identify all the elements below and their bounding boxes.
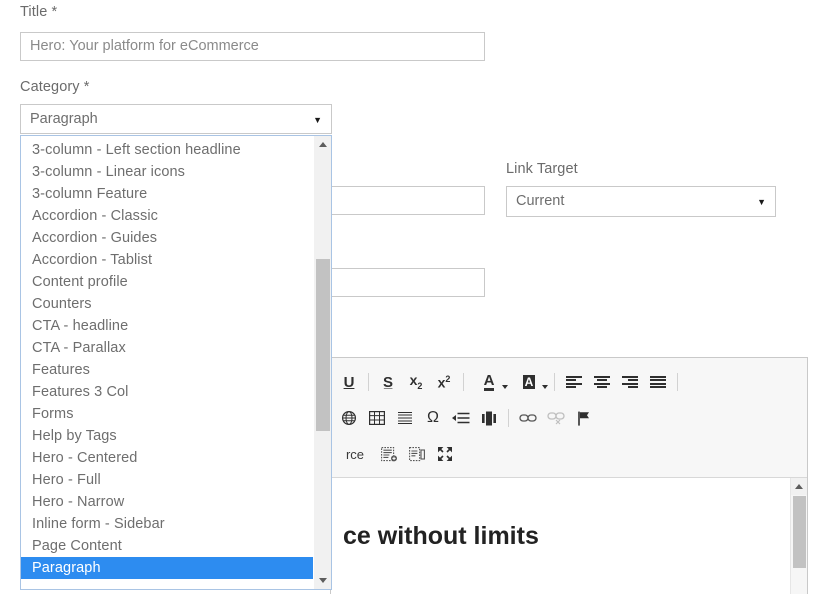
category-option[interactable]: CTA - headline (21, 315, 313, 337)
category-selected-value: Paragraph (30, 111, 98, 127)
special-character-icon[interactable]: Ω (419, 405, 447, 431)
category-label: Category * (20, 79, 90, 95)
editor-toolbar: U S̲ x2 x2 A A Ω rce (331, 358, 807, 478)
category-dropdown-list[interactable]: 3-column - Left section headline 3-column… (20, 135, 332, 590)
category-option[interactable]: Page Content (21, 535, 313, 557)
category-option[interactable]: Features 3 Col (21, 381, 313, 403)
toolbar-separator (368, 373, 369, 391)
globe-icon[interactable] (335, 405, 363, 431)
toolbar-separator (463, 373, 464, 391)
maximize-icon[interactable] (431, 441, 459, 467)
toolbar-separator (508, 409, 509, 427)
rich-text-editor: U S̲ x2 x2 A A Ω rce ce without limits (330, 357, 808, 594)
category-option[interactable]: 3-column - Left section headline (21, 139, 313, 161)
toolbar-row-3: rce (335, 436, 807, 472)
category-option[interactable]: Paragraph (21, 557, 313, 579)
category-scrollbar-thumb[interactable] (316, 259, 330, 431)
category-option[interactable]: Hero - Centered (21, 447, 313, 469)
show-blocks-icon[interactable] (403, 441, 431, 467)
superscript-icon[interactable]: x2 (430, 369, 458, 395)
table-icon[interactable] (363, 405, 391, 431)
iframe-icon[interactable] (475, 405, 503, 431)
toolbar-separator (554, 373, 555, 391)
link-icon[interactable] (514, 405, 542, 431)
category-option-list: 3-column - Left section headline 3-column… (21, 136, 313, 589)
source-icon[interactable]: rce (335, 441, 375, 467)
obscured-input-b[interactable] (330, 268, 485, 297)
align-left-icon[interactable] (560, 369, 588, 395)
link-target-selected-value: Current (516, 193, 565, 209)
category-option[interactable]: Forms (21, 403, 313, 425)
category-option[interactable]: Hero - Full (21, 469, 313, 491)
category-option[interactable]: 3-column Feature (21, 183, 313, 205)
category-option[interactable]: Accordion - Tablist (21, 249, 313, 271)
editor-content-area[interactable]: ce without limits (331, 478, 807, 594)
obscured-input-a[interactable] (330, 186, 485, 215)
scroll-up-icon[interactable] (314, 136, 331, 153)
unlink-icon (542, 405, 570, 431)
scroll-down-icon[interactable] (314, 572, 331, 589)
category-option[interactable]: CTA - Parallax (21, 337, 313, 359)
toolbar-separator (677, 373, 678, 391)
align-center-icon[interactable] (588, 369, 616, 395)
category-option[interactable]: Content profile (21, 271, 313, 293)
background-color-icon[interactable]: A (509, 369, 549, 395)
page-break-icon[interactable] (447, 405, 475, 431)
category-option[interactable]: Inline form - Sidebar (21, 513, 313, 535)
content-edit-form: Title * Hero: Your platform for eCommerc… (0, 0, 831, 594)
chevron-down-icon: ▼ (757, 197, 766, 207)
editor-scrollbar[interactable] (790, 478, 807, 594)
category-dropdown-scrollbar[interactable] (313, 136, 331, 589)
horizontal-rule-icon[interactable] (391, 405, 419, 431)
link-target-select[interactable]: Current ▼ (506, 186, 776, 217)
category-option[interactable]: Hero - Narrow (21, 491, 313, 513)
title-label: Title * (20, 4, 58, 20)
templates-icon[interactable] (375, 441, 403, 467)
strikethrough-icon[interactable]: S̲ (374, 369, 402, 395)
align-right-icon[interactable] (616, 369, 644, 395)
link-target-label: Link Target (506, 161, 578, 177)
title-input[interactable]: Hero: Your platform for eCommerce (20, 32, 485, 61)
category-option[interactable]: 3-column - Linear icons (21, 161, 313, 183)
category-option[interactable]: Accordion - Guides (21, 227, 313, 249)
category-select[interactable]: Paragraph ▼ (20, 104, 332, 134)
category-option[interactable]: Help by Tags (21, 425, 313, 447)
anchor-flag-icon[interactable] (570, 405, 598, 431)
chevron-down-icon: ▼ (313, 115, 322, 125)
subscript-icon[interactable]: x2 (402, 369, 430, 395)
editor-content-heading: ce without limits (343, 522, 539, 550)
align-justify-icon[interactable] (644, 369, 672, 395)
editor-scrollbar-thumb[interactable] (793, 496, 806, 568)
scroll-up-icon[interactable] (791, 478, 807, 495)
category-option[interactable]: Features (21, 359, 313, 381)
underline-icon[interactable]: U (335, 369, 363, 395)
toolbar-row-1: U S̲ x2 x2 A A (335, 364, 807, 400)
text-color-icon[interactable]: A (469, 369, 509, 395)
toolbar-row-2: Ω (335, 400, 807, 436)
category-option[interactable]: Accordion - Classic (21, 205, 313, 227)
category-option[interactable]: Counters (21, 293, 313, 315)
